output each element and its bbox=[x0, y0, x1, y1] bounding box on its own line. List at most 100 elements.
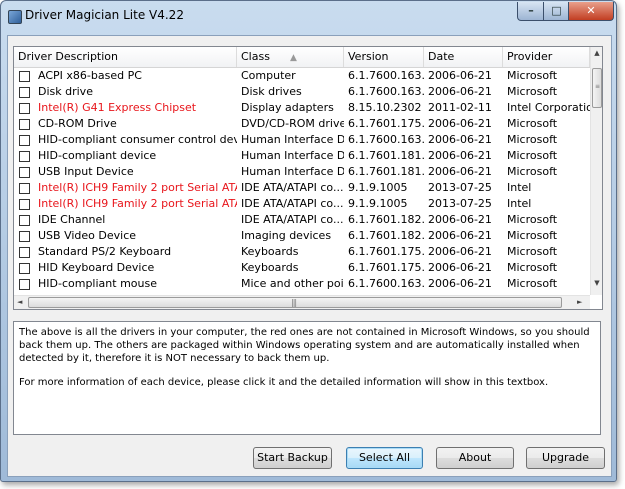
about-button[interactable]: About bbox=[436, 447, 514, 469]
cell-provider: Microsoft bbox=[507, 277, 558, 290]
cell-name: HID Keyboard Device bbox=[38, 261, 155, 274]
cell-class: Human Interface D... bbox=[241, 133, 344, 146]
row-checkbox[interactable] bbox=[19, 247, 30, 258]
row-checkbox[interactable] bbox=[19, 151, 30, 162]
table-row[interactable]: IDE Channel IDE ATA/ATAPI co... 6.1.7601.1… bbox=[14, 212, 590, 228]
cell-class: Mice and other poi... bbox=[241, 277, 344, 290]
cell-name: Disk drive bbox=[38, 85, 93, 98]
row-checkbox[interactable] bbox=[19, 199, 30, 210]
cell-provider: Microsoft bbox=[507, 213, 558, 226]
client-area: Driver Description Class ▲ Version Date P… bbox=[7, 35, 612, 477]
cell-provider: Intel bbox=[507, 181, 532, 194]
cell-date: 2006-06-21 bbox=[428, 213, 492, 226]
cell-date: 2006-06-21 bbox=[428, 245, 492, 258]
cell-class: Imaging devices bbox=[241, 229, 332, 242]
horizontal-scrollbar[interactable]: ◄ ||| ► bbox=[14, 295, 590, 309]
list-body: ACPI x86-based PC Computer 6.1.7600.163...… bbox=[14, 68, 590, 295]
table-row[interactable]: HID-compliant device Human Interface D...… bbox=[14, 148, 590, 164]
row-checkbox[interactable] bbox=[19, 167, 30, 178]
cell-name: HID-compliant mouse bbox=[38, 277, 157, 290]
scroll-down-icon[interactable]: ▼ bbox=[591, 279, 602, 291]
row-checkbox[interactable] bbox=[19, 215, 30, 226]
cell-name: HID-compliant consumer control device bbox=[38, 133, 237, 146]
column-header-date[interactable]: Date bbox=[424, 47, 503, 67]
cell-date: 2006-06-21 bbox=[428, 229, 492, 242]
cell-date: 2006-06-21 bbox=[428, 261, 492, 274]
cell-name: CD-ROM Drive bbox=[38, 117, 117, 130]
cell-date: 2006-06-21 bbox=[428, 277, 492, 290]
cell-name: ACPI x86-based PC bbox=[38, 69, 142, 82]
app-icon bbox=[8, 10, 22, 24]
cell-date: 2006-06-21 bbox=[428, 69, 492, 82]
row-checkbox[interactable] bbox=[19, 71, 30, 82]
vertical-scroll-thumb[interactable]: ≡ bbox=[592, 68, 602, 108]
table-row[interactable]: HID Keyboard Device Keyboards 6.1.7601.175… bbox=[14, 260, 590, 276]
row-checkbox[interactable] bbox=[19, 103, 30, 114]
cell-version: 6.1.7601.175... bbox=[348, 245, 424, 258]
table-row[interactable]: Standard PS/2 Keyboard Keyboards 6.1.7601.… bbox=[14, 244, 590, 260]
cell-class: Human Interface D... bbox=[241, 149, 344, 162]
cell-version: 9.1.9.1005 bbox=[348, 181, 408, 194]
table-row[interactable]: Intel(R) ICH9 Family 2 port Serial ATA S… bbox=[14, 180, 590, 196]
scroll-up-icon[interactable]: ▲ bbox=[591, 49, 602, 61]
column-header-provider[interactable]: Provider bbox=[503, 47, 590, 67]
row-checkbox[interactable] bbox=[19, 279, 30, 290]
row-checkbox[interactable] bbox=[19, 119, 30, 130]
cell-class: Disk drives bbox=[241, 85, 302, 98]
column-header-version[interactable]: Version bbox=[344, 47, 424, 67]
cell-date: 2006-06-21 bbox=[428, 117, 492, 130]
table-row[interactable]: CD-ROM Drive DVD/CD-ROM drives 6.1.7601.17… bbox=[14, 116, 590, 132]
close-button[interactable]: ✕ bbox=[568, 2, 614, 21]
cell-date: 2013-07-25 bbox=[428, 181, 492, 194]
sort-ascending-icon: ▲ bbox=[289, 53, 297, 63]
table-row[interactable]: HID-compliant consumer control device Hum… bbox=[14, 132, 590, 148]
vertical-scrollbar[interactable]: ▲ ≡ ▼ bbox=[590, 47, 602, 295]
cell-provider: Intel bbox=[507, 197, 532, 210]
cell-provider: Microsoft bbox=[507, 69, 558, 82]
cell-provider: Microsoft bbox=[507, 117, 558, 130]
title-bar[interactable]: Driver Magician Lite V4.22 – □ ✕ bbox=[1, 1, 616, 31]
row-checkbox[interactable] bbox=[19, 135, 30, 146]
cell-name: USB Input Device bbox=[38, 165, 134, 178]
table-row[interactable]: USB Input Device Human Interface D... 6.1.… bbox=[14, 164, 590, 180]
scroll-left-icon[interactable]: ◄ bbox=[17, 296, 22, 309]
scroll-right-icon[interactable]: ► bbox=[577, 296, 582, 309]
cell-class: IDE ATA/ATAPI co... bbox=[241, 197, 344, 210]
row-checkbox[interactable] bbox=[19, 183, 30, 194]
cell-date: 2013-07-25 bbox=[428, 197, 492, 210]
info-textbox[interactable]: The above is all the drivers in your com… bbox=[13, 321, 601, 435]
table-row[interactable]: Intel(R) G41 Express Chipset Display adap… bbox=[14, 100, 590, 116]
cell-class: Keyboards bbox=[241, 245, 299, 258]
table-row[interactable]: Disk drive Disk drives 6.1.7600.163... 2006… bbox=[14, 84, 590, 100]
cell-date: 2006-06-21 bbox=[428, 165, 492, 178]
cell-provider: Intel Corporation bbox=[507, 101, 590, 114]
cell-provider: Microsoft bbox=[507, 133, 558, 146]
table-row[interactable]: HID-compliant mouse Mice and other poi...… bbox=[14, 276, 590, 292]
maximize-button[interactable]: □ bbox=[543, 2, 570, 21]
cell-version: 6.1.7601.182... bbox=[348, 213, 424, 226]
cell-name: Standard PS/2 Keyboard bbox=[38, 245, 172, 258]
column-header-class[interactable]: Class ▲ bbox=[237, 47, 344, 67]
cell-name: USB Video Device bbox=[38, 229, 137, 242]
cell-name: Intel(R) ICH9 Family 2 port Serial ATA S… bbox=[38, 181, 237, 194]
horizontal-scroll-thumb[interactable]: ||| bbox=[28, 297, 562, 308]
cell-provider: Microsoft bbox=[507, 85, 558, 98]
table-row[interactable]: USB Video Device Imaging devices 6.1.7601.… bbox=[14, 228, 590, 244]
cell-name: Intel(R) ICH9 Family 2 port Serial ATA S… bbox=[38, 197, 237, 210]
row-checkbox[interactable] bbox=[19, 87, 30, 98]
select-all-button[interactable]: Select All bbox=[346, 447, 423, 469]
cell-version: 6.1.7600.163... bbox=[348, 85, 424, 98]
table-row[interactable]: ACPI x86-based PC Computer 6.1.7600.163...… bbox=[14, 68, 590, 84]
start-backup-button[interactable]: Start Backup bbox=[253, 447, 332, 469]
cell-version: 6.1.7601.182... bbox=[348, 229, 424, 242]
window-title: Driver Magician Lite V4.22 bbox=[25, 8, 184, 22]
table-row[interactable]: Intel(R) ICH9 Family 2 port Serial ATA S… bbox=[14, 196, 590, 212]
row-checkbox[interactable] bbox=[19, 231, 30, 242]
upgrade-button[interactable]: Upgrade bbox=[526, 447, 605, 469]
minimize-button[interactable]: – bbox=[517, 2, 545, 21]
column-header-description[interactable]: Driver Description bbox=[14, 47, 237, 67]
row-checkbox[interactable] bbox=[19, 263, 30, 274]
cell-version: 6.1.7600.163... bbox=[348, 133, 424, 146]
driver-list[interactable]: Driver Description Class ▲ Version Date P… bbox=[13, 46, 603, 310]
cell-date: 2011-02-11 bbox=[428, 101, 492, 114]
